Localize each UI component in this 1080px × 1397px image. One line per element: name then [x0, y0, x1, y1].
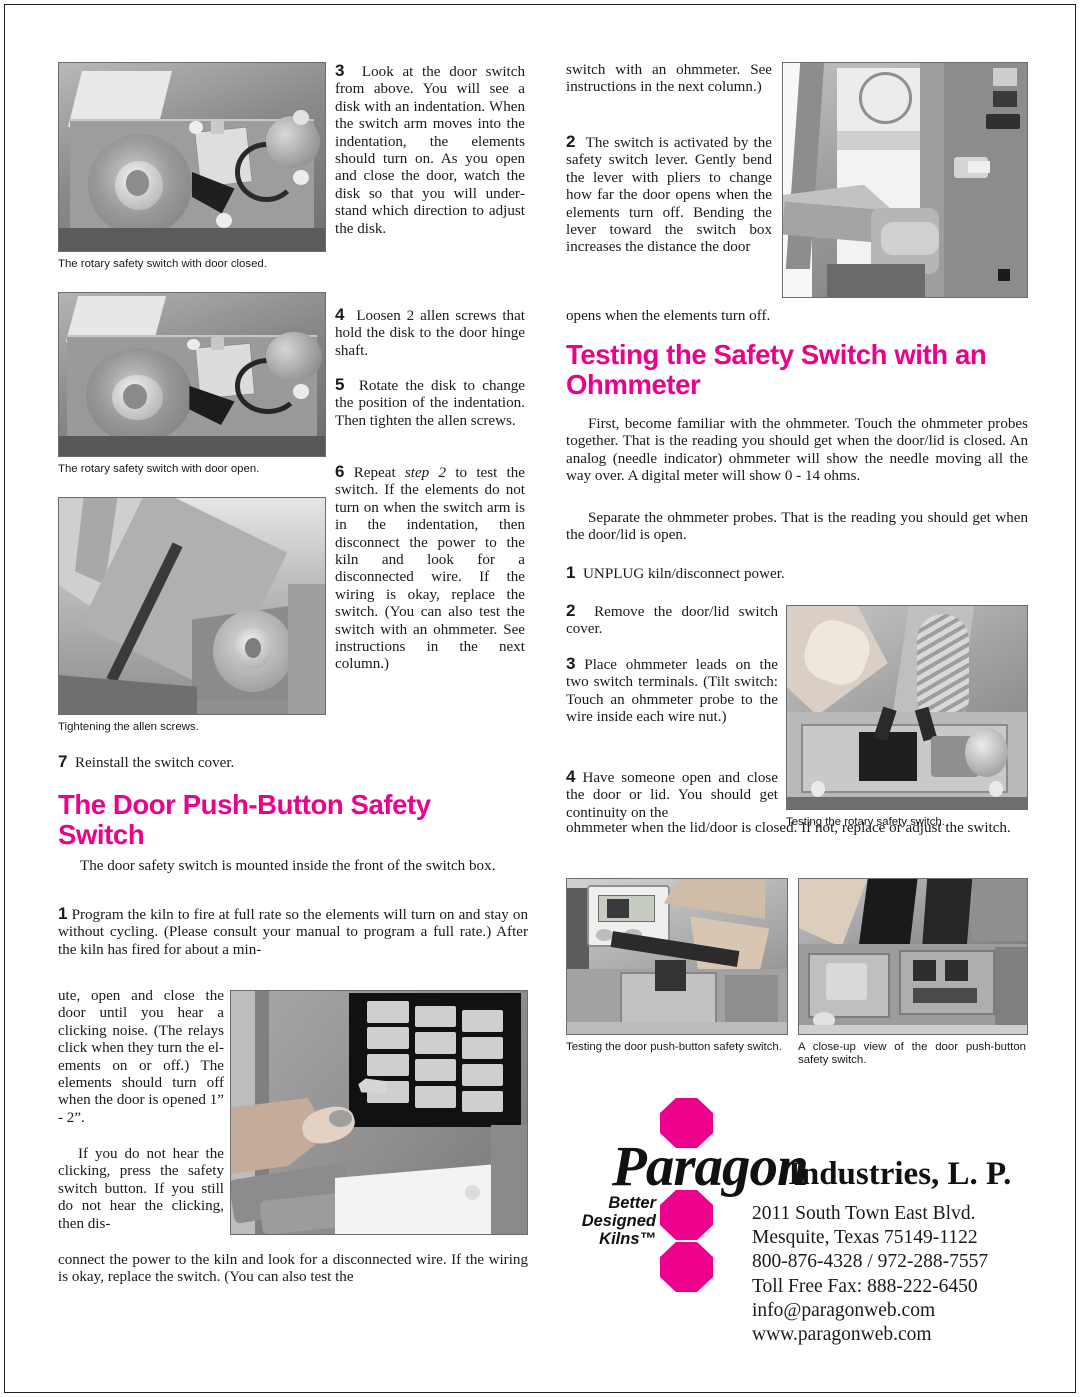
- ohm-step-2-paragraph: 2 Remove the door/lid switch cover.: [566, 602, 778, 639]
- caption-photo-rotary-closed: The rotary safety switch with door close…: [58, 258, 267, 270]
- ohmmeter-para-1-text: First, become familiar with the ohmmeter…: [566, 416, 1028, 485]
- ohmmeter-para-2-text: Separate the ohmmeter probes. That is th…: [566, 510, 1028, 544]
- push-button-intro-paragraph: The door safety switch is mounted inside…: [58, 858, 528, 875]
- step-4-paragraph: 4 Loosen 2 allen screws that hold the di…: [335, 306, 525, 360]
- push-button-step-1-text-narrow: ute, open and close the door until you h…: [58, 988, 224, 1126]
- push-button-step-1-wide-2: connect the power to the kiln and look f…: [58, 1252, 528, 1287]
- footer-email[interactable]: info@paragonweb.com: [752, 1299, 1032, 1323]
- column2-continuation-text: switch with an ohmmeter. See instruction…: [566, 62, 772, 97]
- footer-fax-line: Toll Free Fax: 888-222-6450: [752, 1275, 978, 1297]
- step-6-text-emphasis: step 2: [404, 465, 447, 481]
- logo-tagline: Better Designed Kilns™: [564, 1194, 656, 1248]
- ohmmeter-paragraph-1: First, become familiar with the ohmmeter…: [566, 416, 1028, 486]
- step-4-text: Loosen 2 allen screws that hold the disk…: [335, 308, 525, 359]
- caption-photo-testing-rotary: Testing the rotary safety switch.: [786, 816, 945, 828]
- caption-photo-closeup-push-button: A close-up view of the door push-button …: [798, 1041, 1026, 1066]
- footer-phone-line: 800-876-4328 / 972-288-7557: [752, 1251, 989, 1273]
- logo-paragon-wordmark: Paragon: [612, 1135, 809, 1198]
- push-button-step-1-narrow: ute, open and close the door until you h…: [58, 988, 224, 1127]
- heading-door-push-button-safety-switch: The Door Push-Button Safety Switch: [58, 789, 431, 850]
- ohm-step-2-text: Remove the door/lid switch cover.: [566, 604, 779, 638]
- footer-address-line: Mesquite, Texas 75149-1122: [752, 1227, 978, 1249]
- footer-website[interactable]: www.paragonweb.com: [752, 1323, 1032, 1347]
- logo-tagline-line-3: Kilns™: [599, 1230, 656, 1248]
- ohm-step-4-paragraph-narrow: 4 Have someone open and close the door o…: [566, 768, 778, 822]
- caption-photo-testing-push-button: Testing the door push-button safety swit…: [566, 1041, 782, 1053]
- push-button-step-1-text-wide-2: connect the power to the kiln and look f…: [58, 1252, 528, 1286]
- push-button-step-1-text-narrow-2: If you do not hear the clicking, press t…: [58, 1146, 224, 1232]
- step-3-text: Look at the door switch from above. You …: [335, 64, 525, 237]
- photo-tightening-allen-screws: [58, 497, 326, 715]
- logo-octagon-bottom: [660, 1242, 713, 1292]
- caption-photo-tightening: Tightening the allen screws.: [58, 721, 199, 733]
- footer-address-block: 2011 South Town East Blvd. Mesquite, Tex…: [752, 1202, 1032, 1347]
- footer-address-line: 2011 South Town East Blvd.: [752, 1203, 976, 1224]
- photo-rotary-switch-door-closed: [58, 62, 326, 252]
- step-6-text-pre: Repeat: [353, 465, 405, 481]
- step-6-text-post: to test the switch. If the ele­ments do …: [335, 465, 525, 673]
- step-6-paragraph: 6 Repeat step 2 to test the switch. If t…: [335, 463, 525, 674]
- step-3-paragraph: 3 Look at the door switch from above. Yo…: [335, 62, 525, 238]
- photo-testing-door-push-button: [566, 878, 788, 1035]
- step-7-paragraph: 7 Reinstall the switch cover.: [58, 753, 528, 772]
- ohm-step-3-text: Place ohmmeter leads on the two switch t…: [566, 657, 778, 726]
- photo-bending-lever-with-pliers: [782, 62, 1028, 298]
- step-5-text: Rotate the disk to change the position o…: [335, 378, 526, 429]
- step-2-text-narrow: The switch is activated by the safety sw…: [566, 135, 772, 256]
- photo-push-button-in-use: [230, 990, 528, 1235]
- ohmmeter-paragraph-2: Separate the ohmmeter probes. That is th…: [566, 510, 1028, 545]
- ohm-step-3-paragraph: 3 Place ohmmeter leads on the two switch…: [566, 655, 778, 727]
- push-button-step-1-wide: 1 Program the kiln to fire at full rate …: [58, 905, 528, 959]
- push-button-step-1-text-wide: Program the kiln to fire at full rate so…: [58, 907, 529, 958]
- column2-continuation: switch with an ohmmeter. See instruction…: [566, 62, 772, 96]
- push-button-intro-text: The door safety switch is mounted inside…: [80, 858, 496, 874]
- caption-photo-rotary-open: The rotary safety switch with door open.: [58, 463, 260, 475]
- push-button-step-1-narrow-2: If you do not hear the clicking, press t…: [58, 1146, 224, 1233]
- photo-rotary-switch-door-open: [58, 292, 326, 457]
- ohm-step-1-text: UNPLUG kiln/disconnect power.: [583, 566, 785, 582]
- step-5-paragraph: 5 Rotate the disk to change the position…: [335, 376, 525, 430]
- ohm-step-1-paragraph: 1 UNPLUG kiln/disconnect power.: [566, 564, 1028, 583]
- photo-closeup-push-button-switch: [798, 878, 1028, 1035]
- logo-industries-text: Industries, L. P.: [788, 1156, 1012, 1192]
- document-page: The rotary safety switch with door close…: [0, 0, 1080, 1397]
- step-2-paragraph-narrow: 2 The switch is activated by the safety …: [566, 133, 772, 257]
- paragon-logo-block: Paragon Industries, L. P. Better Designe…: [560, 1090, 1030, 1355]
- step-7-text: Reinstall the switch cover.: [75, 755, 235, 771]
- logo-tagline-line-1: Better: [608, 1194, 656, 1212]
- step-2-text-wide: opens when the elements turn off.: [566, 308, 771, 324]
- photo-testing-rotary-safety-switch: [786, 605, 1028, 810]
- heading-testing-safety-switch-ohmmeter: Testing the Safety Switch with an Ohmmet…: [566, 339, 987, 400]
- step-2-paragraph-wide: opens when the elements turn off.: [566, 308, 1028, 325]
- logo-tagline-line-2: Designed: [581, 1212, 656, 1230]
- ohm-step-4-text-narrow: Have someone open and close the door or …: [566, 770, 778, 821]
